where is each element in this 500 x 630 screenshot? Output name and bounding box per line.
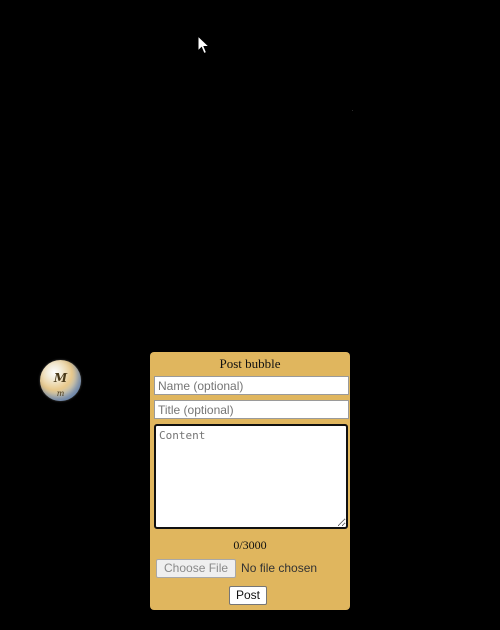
file-status-label: No file chosen [241, 561, 318, 575]
title-input[interactable] [154, 400, 349, 419]
content-textarea[interactable] [154, 424, 348, 529]
file-picker: Choose File No file chosen [156, 558, 317, 578]
mouse-pointer-icon [197, 34, 211, 55]
bubble-letter: M [53, 371, 68, 385]
bubble-avatar-icon[interactable]: M m [40, 360, 81, 401]
bubble-sub-letter: m [56, 389, 65, 398]
character-counter: 0/3000 [233, 538, 267, 552]
choose-file-button[interactable]: Choose File [156, 558, 237, 578]
post-button[interactable]: Post [229, 586, 268, 605]
canvas[interactable]: M m Post bubble 0/3000 Choose File No fi… [0, 0, 500, 630]
name-input[interactable] [154, 376, 349, 395]
panel-title: Post bubble [219, 356, 281, 371]
background-speck [352, 110, 353, 111]
post-bubble-panel: Post bubble 0/3000 Choose File No file c… [150, 352, 350, 610]
